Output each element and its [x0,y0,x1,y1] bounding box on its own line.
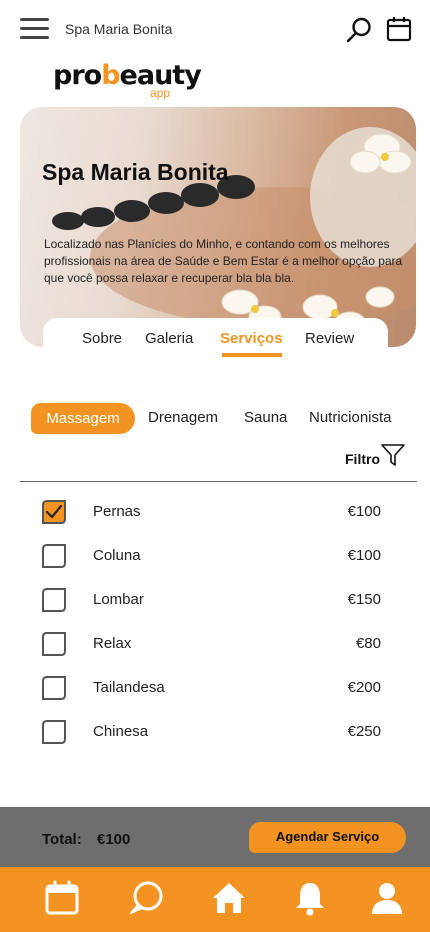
category-filter: Massagem Drenagem Sauna Nutricionista [0,400,430,436]
filter-icon [381,444,405,466]
category-sauna[interactable]: Sauna [244,409,287,426]
section-tabs: Sobre Galeria Serviços Review [43,318,388,358]
category-nutricionista[interactable]: Nutricionista [309,409,392,426]
hero-description: Localizado nas Planícies do Minho, e con… [44,237,403,285]
chat-icon[interactable] [128,880,164,916]
probeauty-logo: probeauty app [53,60,202,100]
category-massagem[interactable]: Massagem [31,403,135,434]
tab-galeria[interactable]: Galeria [145,330,193,347]
total-value: €100 [97,831,131,848]
top-bar: Spa Maria Bonita [0,0,430,60]
menu-icon[interactable] [20,18,49,40]
service-price: €150 [347,591,381,608]
checkbox[interactable] [42,720,66,744]
service-name: Lombar [93,591,144,608]
total-bar: Total: €100 Agendar Serviço [0,807,430,867]
checkbox-checked[interactable] [42,500,66,524]
checkbox[interactable] [42,588,66,612]
tab-servicos[interactable]: Serviços [220,330,283,347]
top-bar-title: Spa Maria Bonita [65,21,173,37]
schedule-service-button[interactable]: Agendar Serviço [249,822,406,853]
service-price: €250 [347,723,381,740]
service-name: Pernas [93,503,141,520]
service-price: €100 [347,503,381,520]
search-icon[interactable] [345,16,373,44]
active-tab-indicator [222,353,282,357]
home-icon[interactable] [211,880,247,916]
bell-icon[interactable] [292,880,328,916]
total-label: Total: [42,831,82,848]
hero-banner: Spa Maria Bonita Localizado nas Planície… [20,107,416,347]
service-row-chinesa[interactable]: Chinesa €250 [0,720,430,775]
service-name: Tailandesa [93,679,165,696]
hero-image [52,127,416,333]
service-name: Chinesa [93,723,149,740]
service-name: Coluna [93,547,141,564]
service-price: €100 [347,547,381,564]
hero-title: Spa Maria Bonita [42,159,229,185]
service-price: €80 [355,635,381,652]
calendar-icon[interactable] [386,16,412,42]
filter-label: Filtro [345,451,380,467]
calendar-icon[interactable] [44,880,80,916]
tab-sobre[interactable]: Sobre [82,330,122,347]
category-drenagem[interactable]: Drenagem [148,409,218,426]
bottom-nav [0,867,430,932]
checkbox[interactable] [42,544,66,568]
tab-review[interactable]: Review [305,330,354,347]
checkbox[interactable] [42,676,66,700]
service-name: Relax [93,635,132,652]
checkbox[interactable] [42,632,66,656]
user-icon[interactable] [369,880,405,916]
service-price: €200 [347,679,381,696]
list-divider [20,481,417,482]
